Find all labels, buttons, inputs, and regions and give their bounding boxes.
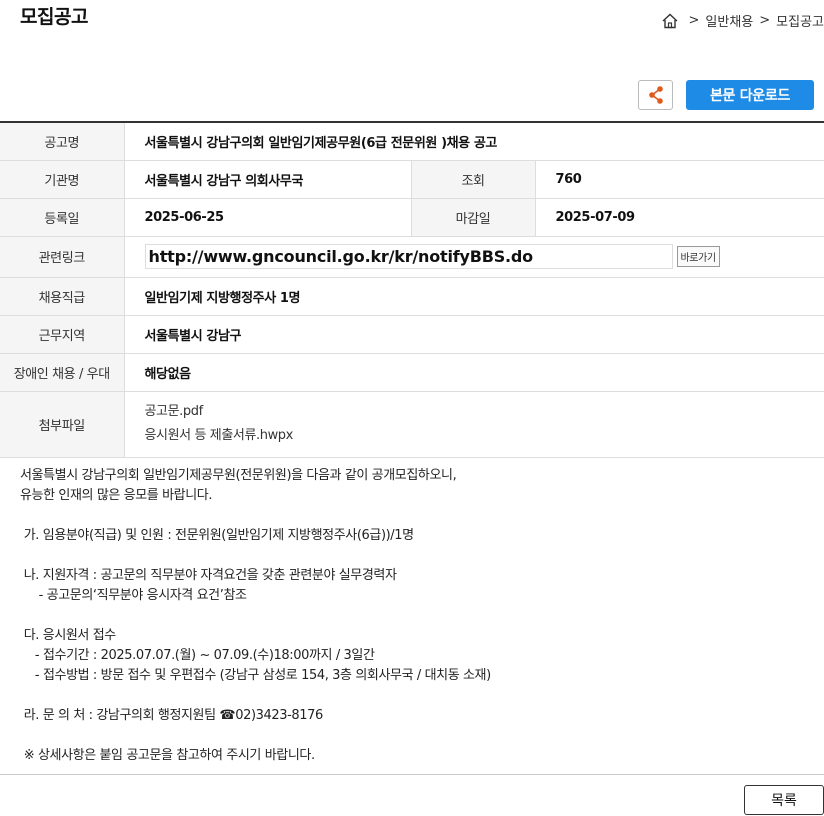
breadcrumb-separator: > bbox=[759, 13, 771, 28]
work-area-value: 서울특별시 강남구 bbox=[124, 315, 824, 354]
share-icon bbox=[648, 86, 663, 104]
share-button[interactable] bbox=[638, 80, 673, 110]
divider bbox=[0, 774, 824, 775]
reg-date-label: 등록일 bbox=[0, 198, 125, 237]
home-icon[interactable] bbox=[661, 12, 679, 30]
body-line: 다. 응시원서 접수 bbox=[20, 628, 117, 643]
org-value: 서울특별시 강남구 의회사무국 bbox=[124, 160, 411, 199]
related-link-label: 관련링크 bbox=[0, 236, 125, 278]
body-line: - 접수기간 : 2025.07.07.(월) ~ 07.09.(수)18:00… bbox=[20, 648, 375, 663]
body-line: - 접수방법 : 방문 접수 및 우편접수 (강남구 삼성로 154, 3층 의… bbox=[20, 668, 491, 683]
body-line bbox=[20, 726, 810, 746]
views-label: 조회 bbox=[410, 160, 536, 199]
table-row: 첨부파일 공고문.pdf 응시원서 등 제출서류.hwpx bbox=[0, 391, 824, 458]
notice-body: 서울특별시 강남구의회 일반임기제공무원(전문위원)을 다음과 같이 공개모집하… bbox=[20, 466, 810, 766]
attachments-label: 첨부파일 bbox=[0, 391, 125, 458]
related-link-cell: http://www.gncouncil.go.kr/kr/notifyBBS.… bbox=[124, 236, 824, 278]
body-line bbox=[20, 606, 810, 626]
list-button[interactable]: 목록 bbox=[744, 785, 824, 815]
disability-label: 장애인 채용 / 우대 bbox=[0, 353, 125, 392]
table-row: 등록일 2025-06-25 마감일 2025-07-09 bbox=[0, 198, 824, 237]
body-line: ※ 상세사항은 붙임 공고문을 참고하여 주시기 바랍니다. bbox=[20, 748, 315, 763]
body-line: 나. 지원자격 : 공고문의 직무분야 자격요건을 갖춘 관련분야 실무경력자 bbox=[20, 568, 397, 583]
table-row: 근무지역 서울특별시 강남구 bbox=[0, 315, 824, 354]
attachment-link-hwpx[interactable]: 응시원서 등 제출서류.hwpx bbox=[145, 424, 805, 448]
body-line: 가. 임용분야(직급) 및 인원 : 전문위원(일반임기제 지방행정주사(6급)… bbox=[20, 528, 414, 543]
breadcrumb-item-general-hiring[interactable]: 일반채용 bbox=[705, 11, 753, 30]
body-line: 서울특별시 강남구의회 일반임기제공무원(전문위원)을 다음과 같이 공개모집하… bbox=[20, 468, 457, 483]
table-row: 장애인 채용 / 우대 해당없음 bbox=[0, 353, 824, 392]
work-area-label: 근무지역 bbox=[0, 315, 125, 354]
goto-link-button[interactable]: 바로가기 bbox=[676, 246, 720, 267]
deadline-value: 2025-07-09 bbox=[535, 198, 824, 237]
table-row: 관련링크 http://www.gncouncil.go.kr/kr/notif… bbox=[0, 236, 824, 278]
disability-value: 해당없음 bbox=[124, 353, 824, 392]
title-label: 공고명 bbox=[0, 122, 125, 161]
breadcrumb-separator: > bbox=[688, 13, 700, 28]
body-line bbox=[20, 686, 810, 706]
position-label: 채용직급 bbox=[0, 277, 125, 316]
body-line: 라. 문 의 처 : 강남구의회 행정지원팀 ☎02)3423-8176 bbox=[20, 708, 324, 723]
page-title: 모집공고 bbox=[20, 6, 88, 28]
breadcrumb-item-notice[interactable]: 모집공고 bbox=[776, 11, 824, 30]
title-value: 서울특별시 강남구의회 일반임기제공무원(6급 전문위원 )채용 공고 bbox=[124, 122, 824, 161]
table-row: 공고명 서울특별시 강남구의회 일반임기제공무원(6급 전문위원 )채용 공고 bbox=[0, 122, 824, 161]
body-line bbox=[20, 506, 810, 526]
table-row: 기관명 서울특별시 강남구 의회사무국 조회 760 bbox=[0, 160, 824, 199]
related-link-url[interactable]: http://www.gncouncil.go.kr/kr/notifyBBS.… bbox=[144, 244, 673, 269]
body-line: - 공고문의‘직무분야 응시자격 요건’참조 bbox=[20, 588, 247, 603]
deadline-label: 마감일 bbox=[410, 198, 536, 237]
attachment-link-pdf[interactable]: 공고문.pdf bbox=[145, 400, 805, 424]
download-body-button[interactable]: 본문 다운로드 bbox=[686, 80, 814, 110]
views-value: 760 bbox=[535, 160, 824, 199]
position-value: 일반임기제 지방행정주사 1명 bbox=[124, 277, 824, 316]
org-label: 기관명 bbox=[0, 160, 125, 199]
table-row: 채용직급 일반임기제 지방행정주사 1명 bbox=[0, 277, 824, 316]
body-line: 유능한 인재의 많은 응모를 바랍니다. bbox=[20, 488, 213, 503]
body-line bbox=[20, 546, 810, 566]
breadcrumb: > 일반채용 > 모집공고 bbox=[661, 11, 824, 30]
notice-info-table: 공고명 서울특별시 강남구의회 일반임기제공무원(6급 전문위원 )채용 공고 … bbox=[0, 121, 824, 458]
attachments-cell: 공고문.pdf 응시원서 등 제출서류.hwpx bbox=[124, 391, 824, 458]
reg-date-value: 2025-06-25 bbox=[124, 198, 411, 237]
